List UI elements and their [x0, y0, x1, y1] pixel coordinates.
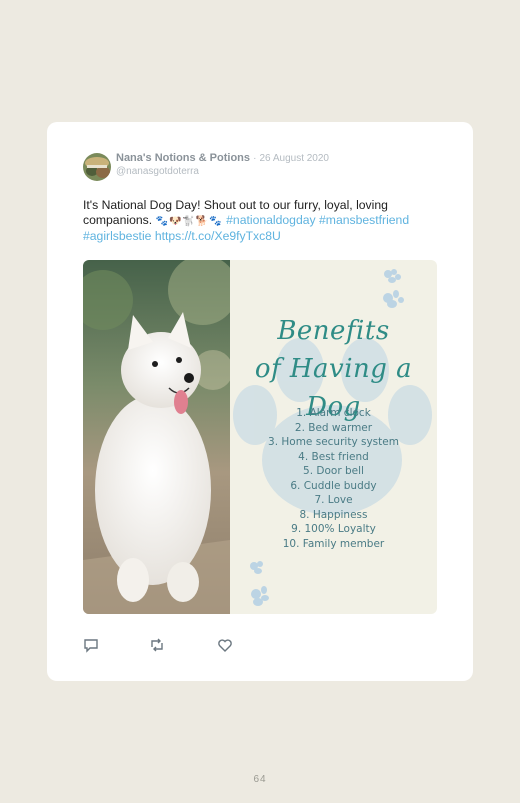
benefits-list: 1. Alarm clock 2. Bed warmer 3. Home sec… [230, 406, 437, 551]
list-item: 7. Love [314, 494, 353, 506]
list-item: 1. Alarm clock [296, 407, 371, 419]
list-item: 3. Home security system [268, 436, 399, 448]
list-item: 2. Bed warmer [294, 421, 373, 434]
list-item: 5. Door bell [303, 465, 364, 477]
list-item: 10. Family member [282, 537, 385, 550]
tweet-text: It's National Dog Day! Shout out to our … [83, 198, 435, 244]
author-name[interactable]: Nana's Notions & Potions [116, 152, 250, 164]
title-line-1: Benefits [277, 316, 390, 346]
dog-photo [83, 260, 230, 614]
page-number: 64 [253, 774, 267, 785]
emoji-row: 🐾🐶🐩🐕🐾 [155, 216, 223, 227]
author-line: Nana's Notions & Potions · 26 August 202… [116, 152, 329, 164]
author-handle[interactable]: @nanasgotdoterra [116, 166, 199, 177]
list-item: 9. 100% Loyalty [291, 523, 376, 535]
list-item: 4. Best friend [298, 450, 369, 463]
separator: · [253, 153, 257, 164]
benefits-panel: Benefits of Having a Dog 1. Alarm clock … [230, 260, 437, 614]
tweet-media[interactable]: Benefits of Having a Dog 1. Alarm clock … [83, 260, 437, 614]
hashtag-nationaldogday[interactable]: #nationaldogday [226, 213, 315, 227]
retweet-icon[interactable] [149, 637, 165, 653]
like-icon[interactable] [217, 637, 233, 653]
hashtag-agirlsbestie[interactable]: #agirlsbestie [83, 229, 151, 243]
reply-icon[interactable] [83, 637, 99, 653]
avatar[interactable] [83, 153, 111, 181]
tweet-card: Nana's Notions & Potions · 26 August 202… [47, 122, 473, 681]
list-item: 6. Cuddle buddy [290, 479, 377, 492]
tweet-actions [83, 637, 263, 653]
list-item: 8. Happiness [299, 508, 368, 521]
tweet-link[interactable]: https://t.co/Xe9fyTxc8U [155, 229, 281, 243]
tweet-date[interactable]: 26 August 2020 [259, 153, 329, 164]
hashtag-mansbestfriend[interactable]: #mansbestfriend [319, 213, 409, 227]
